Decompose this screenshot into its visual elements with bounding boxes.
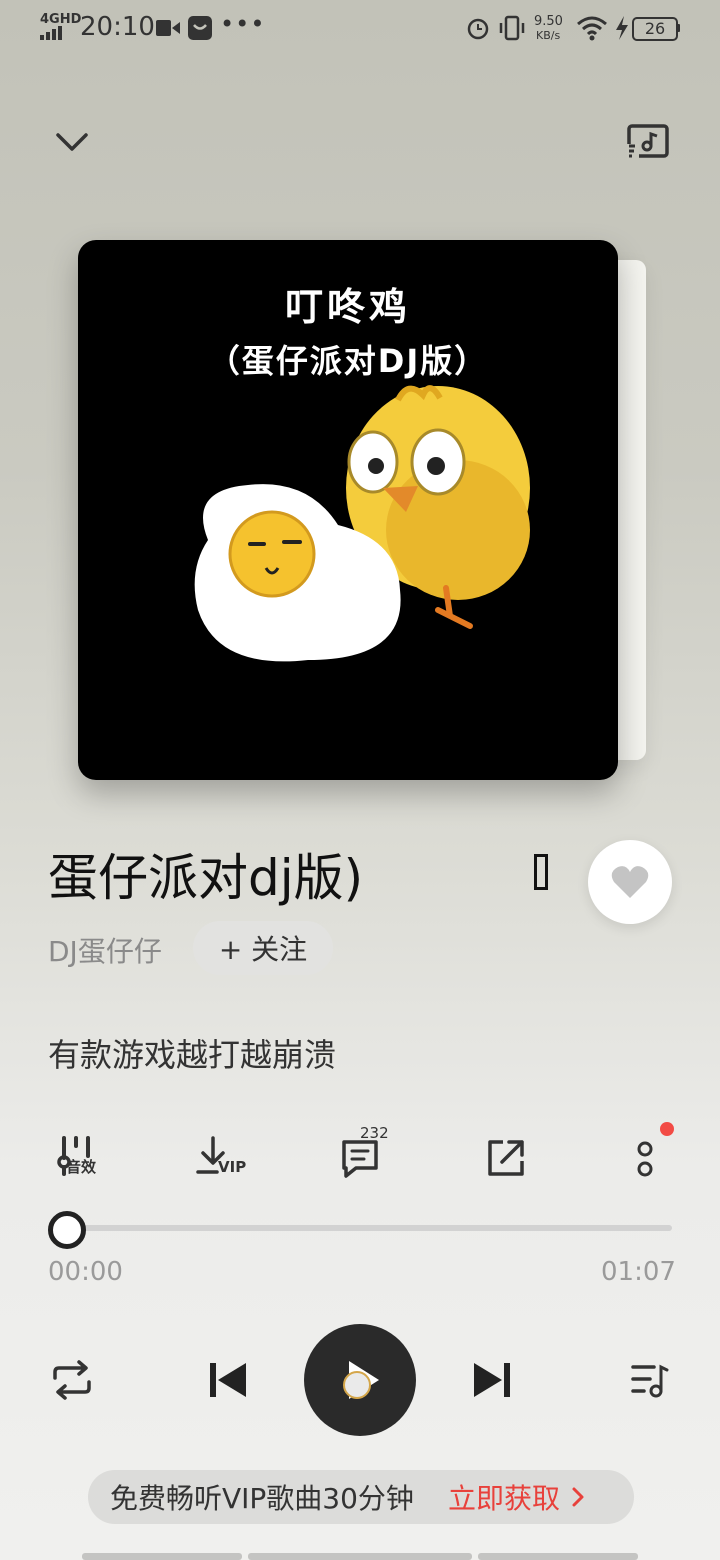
page-indicator-segment xyxy=(248,1553,472,1560)
vip-banner-action[interactable]: 立即获取 xyxy=(448,1477,560,1517)
vip-banner-text: 免费畅听VIP歌曲30分钟 xyxy=(110,1482,414,1515)
progress-handle[interactable] xyxy=(48,1211,86,1249)
chick-egg-illustration xyxy=(194,385,530,662)
artist-name[interactable]: DJ蛋仔仔 xyxy=(48,930,162,970)
cast-icon xyxy=(627,124,669,160)
previous-button[interactable] xyxy=(200,1352,256,1408)
collapse-button[interactable] xyxy=(44,114,100,170)
repeat-icon xyxy=(53,1360,91,1400)
repeat-button[interactable] xyxy=(44,1352,100,1408)
vibrate-icon xyxy=(499,15,525,41)
wifi-icon xyxy=(577,16,607,41)
more-icon xyxy=(637,1141,653,1177)
net-speed: 9.50 xyxy=(534,14,563,29)
play-pause-button[interactable] xyxy=(304,1324,416,1436)
title-marquee-glyph xyxy=(534,854,548,890)
play-icon xyxy=(343,1361,379,1399)
bag-icon xyxy=(188,16,212,40)
status-bar: 4GHD 20:10 ••• 9.50 KB/s 26 xyxy=(0,0,720,56)
signal-icon xyxy=(40,26,62,40)
comment-icon xyxy=(342,1140,378,1178)
share-icon xyxy=(488,1140,524,1176)
effects-label: 音效 xyxy=(66,1158,97,1176)
progress-track[interactable] xyxy=(66,1225,672,1231)
charging-icon xyxy=(616,16,628,40)
download-vip-label: VIP xyxy=(218,1158,247,1176)
video-icon xyxy=(156,20,180,36)
follow-button[interactable]: + 关注 xyxy=(193,921,333,975)
share-button[interactable] xyxy=(476,1128,536,1188)
chevron-right-icon xyxy=(572,1487,584,1507)
vip-trial-banner[interactable]: 免费畅听VIP歌曲30分钟 立即获取 xyxy=(88,1470,634,1524)
alarm-icon xyxy=(467,18,489,40)
page-indicator-segment xyxy=(478,1553,638,1560)
total-time: 01:07 xyxy=(601,1257,676,1287)
sound-effects-button[interactable]: 音效 xyxy=(48,1128,108,1188)
previous-icon xyxy=(210,1363,246,1397)
album-cover[interactable]: 叮咚鸡 （蛋仔派对DJ版） xyxy=(78,240,618,780)
clock: 20:10 xyxy=(80,12,155,42)
battery-indicator: 26 xyxy=(632,17,678,41)
current-lyric[interactable]: 有款游戏越打越崩溃 xyxy=(48,1030,336,1076)
download-button[interactable]: VIP xyxy=(188,1128,248,1188)
playlist-icon xyxy=(631,1364,669,1398)
more-button[interactable] xyxy=(618,1122,678,1188)
chevron-down-icon xyxy=(56,133,88,151)
page-indicator-segment xyxy=(82,1553,242,1560)
more-status-icon: ••• xyxy=(220,10,266,38)
next-button[interactable] xyxy=(464,1352,520,1408)
heart-icon xyxy=(611,866,649,898)
song-title: 蛋仔派对dj版) xyxy=(48,849,364,907)
next-icon xyxy=(474,1363,510,1397)
notification-dot xyxy=(660,1122,674,1136)
cast-button[interactable] xyxy=(620,114,676,170)
network-type: 4GHD xyxy=(40,12,82,27)
comments-button[interactable]: 232 xyxy=(330,1124,390,1188)
comment-count: 232 xyxy=(360,1124,389,1142)
playlist-button[interactable] xyxy=(622,1352,678,1408)
current-time: 00:00 xyxy=(48,1257,123,1287)
net-speed-unit: KB/s xyxy=(536,29,561,42)
like-button[interactable] xyxy=(588,840,672,924)
battery-tip xyxy=(677,24,680,32)
